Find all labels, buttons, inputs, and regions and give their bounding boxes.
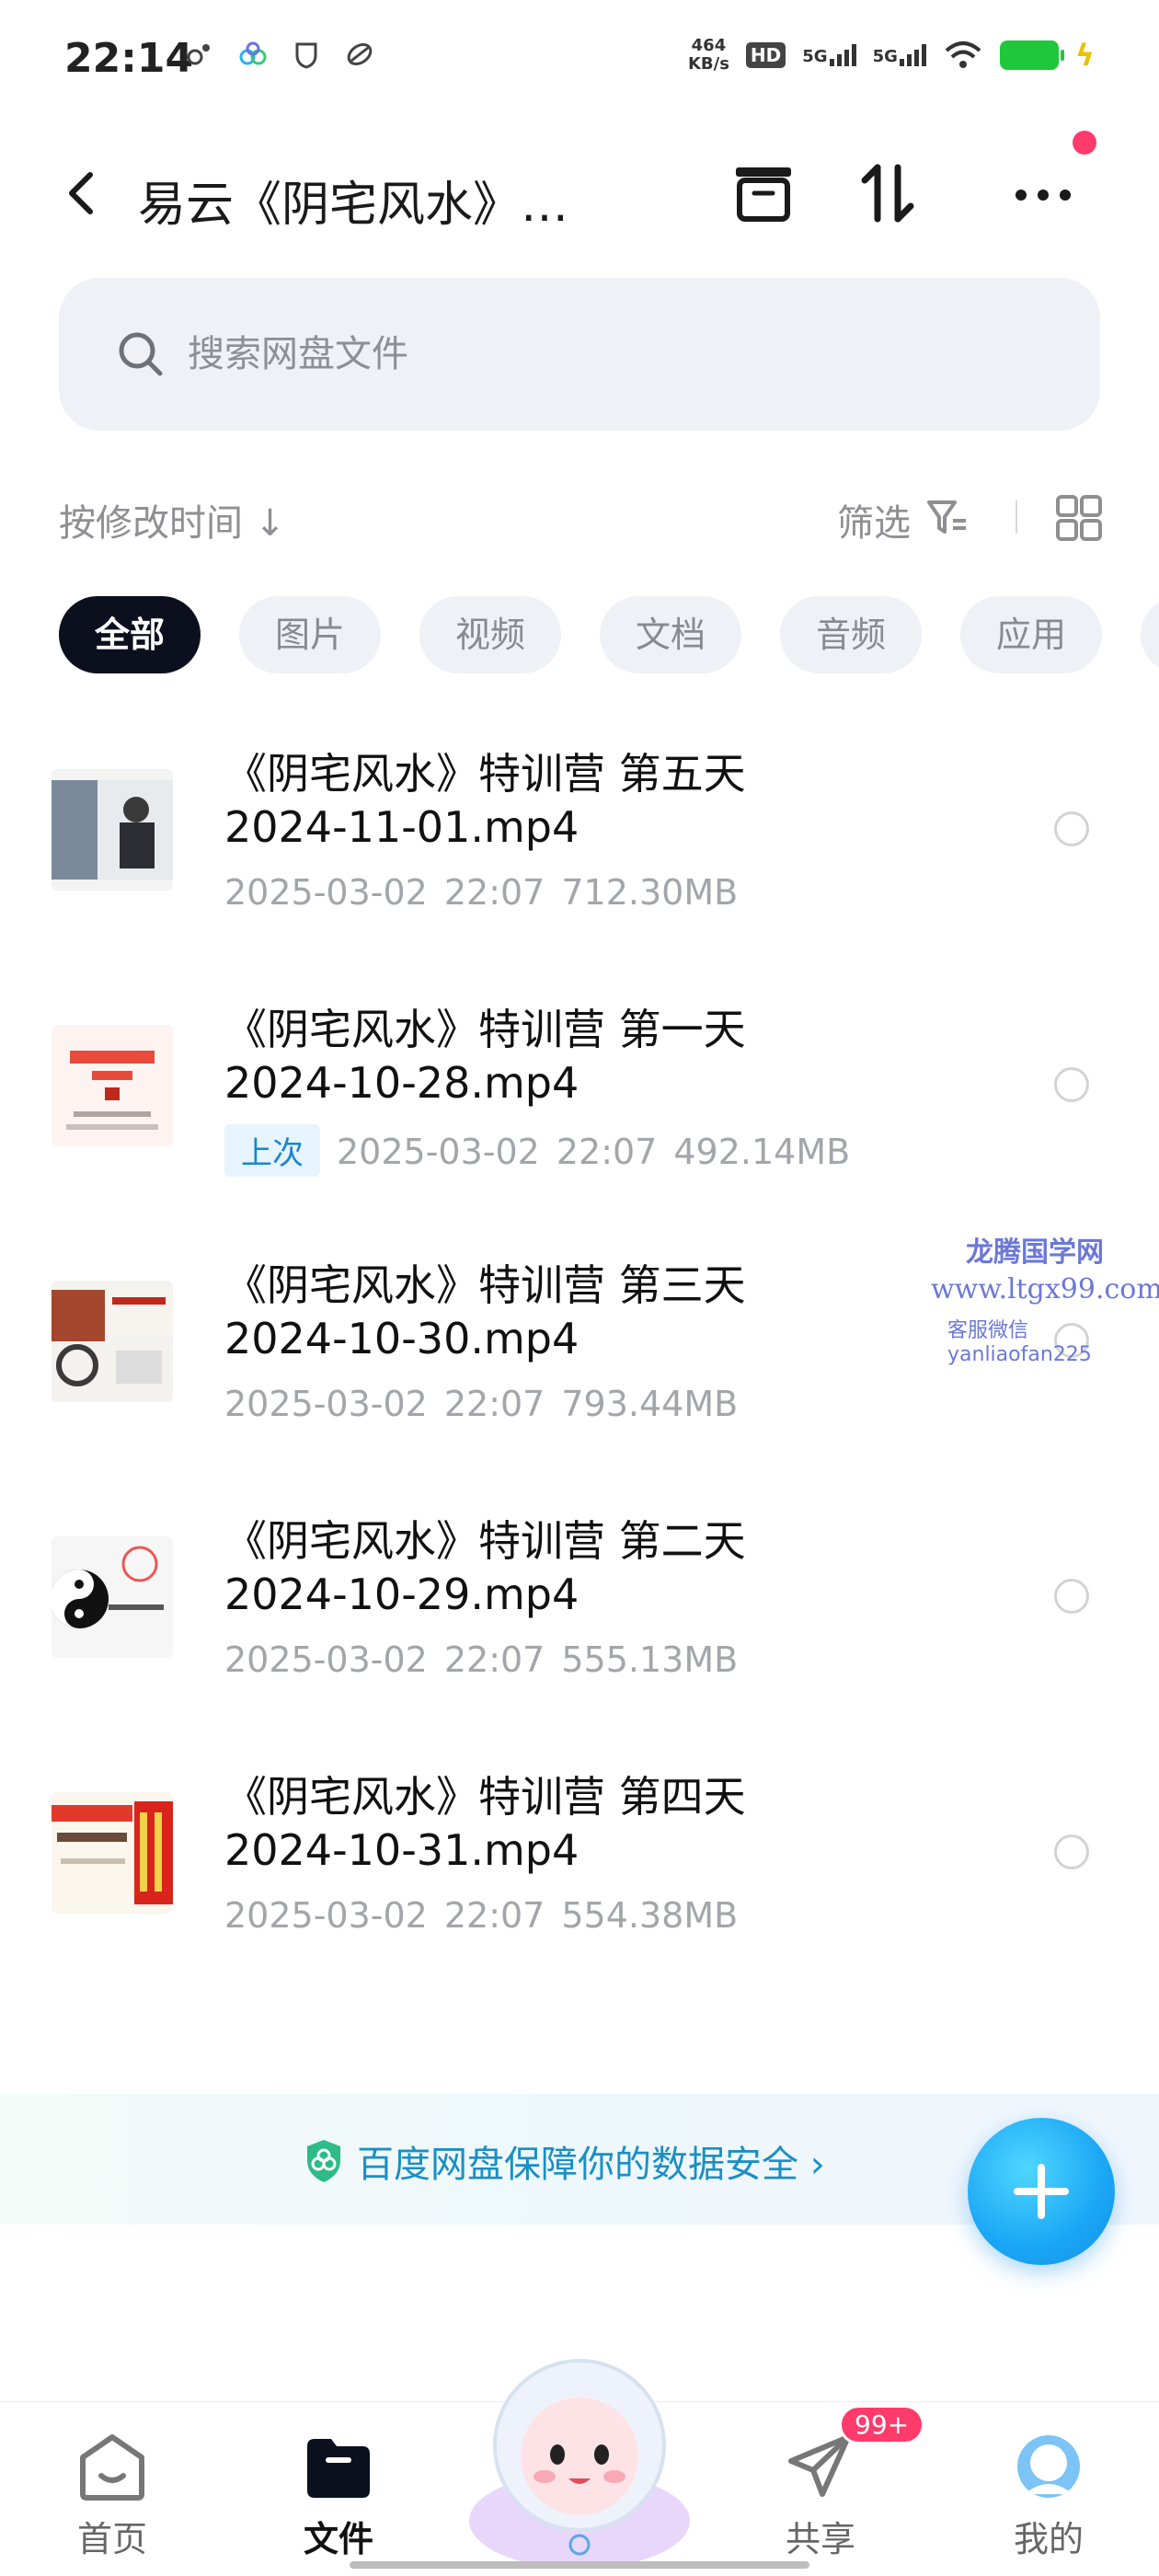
- back-button[interactable]: [55, 164, 110, 223]
- status-bar: 22:14 464 KB/s HD 5G 5G ϟ: [0, 0, 1159, 120]
- file-meta: 2025-03-02 22:07 555.13MB: [224, 1639, 739, 1680]
- file-meta: 2025-03-02 22:07 554.38MB: [224, 1895, 739, 1936]
- video-thumbnail: [52, 1025, 173, 1146]
- select-radio[interactable]: [1054, 811, 1089, 846]
- sort-by-modified-button[interactable]: 按修改时间 ↓: [59, 493, 285, 546]
- shield-notification-icon: [295, 42, 317, 69]
- select-radio[interactable]: [1054, 1834, 1089, 1869]
- sort-arrows-icon[interactable]: [854, 158, 924, 228]
- file-meta: 2025-03-02 22:07 712.30MB: [224, 872, 739, 913]
- wifi-icon: [945, 41, 981, 68]
- watermark-contact: 客服微信 yanliaofan225: [947, 1319, 1092, 1366]
- file-meta: 2025-03-02 22:07 793.44MB: [224, 1384, 739, 1424]
- video-thumbnail: [52, 769, 173, 891]
- archive-icon[interactable]: [729, 158, 798, 228]
- page-title: 易云《阴宅风水》…: [138, 178, 569, 233]
- tab-audio[interactable]: 音频: [780, 596, 922, 673]
- tab-more[interactable]: [1141, 596, 1159, 673]
- avatar-icon: [1017, 2435, 1080, 2498]
- header: 易云《阴宅风水》…: [0, 138, 1159, 248]
- file-name: 《阴宅风水》特训营 第一天 2024-10-28.mp4: [224, 1005, 746, 1108]
- nav-share[interactable]: 共享: [747, 2430, 894, 2568]
- file-meta: 上次 2025-03-02 22:07 492.14MB: [224, 1124, 866, 1177]
- tab-apps[interactable]: 应用: [960, 596, 1102, 673]
- watermark-url: www.ltgx99.com: [931, 1273, 1159, 1305]
- file-name: 《阴宅风水》特训营 第三天 2024-10-30.mp4: [224, 1260, 746, 1363]
- add-button[interactable]: [968, 2118, 1115, 2265]
- nav-profile[interactable]: 我的: [975, 2430, 1122, 2568]
- charging-icon: ϟ: [1074, 38, 1095, 73]
- status-system-icons: 464 KB/s HD 5G 5G ϟ: [688, 37, 1095, 74]
- shield-icon: [307, 2140, 340, 2182]
- filter-icon[interactable]: [925, 495, 970, 539]
- app-notification-icon: [187, 44, 210, 65]
- video-thumbnail: [52, 1281, 173, 1402]
- select-radio[interactable]: [1054, 1579, 1089, 1614]
- share-plane-icon: [788, 2434, 851, 2497]
- link-notification-icon: [347, 43, 373, 65]
- tab-videos[interactable]: 视频: [419, 596, 561, 673]
- last-viewed-badge: 上次: [224, 1124, 320, 1177]
- nav-home[interactable]: 首页: [39, 2430, 186, 2568]
- file-list-item[interactable]: 《阴宅风水》特训营 第五天 2024-11-01.mp4 2025-03-02 2…: [0, 718, 1159, 973]
- tab-images[interactable]: 图片: [239, 596, 381, 673]
- status-time: 22:14: [64, 35, 194, 82]
- home-indicator: [350, 2561, 809, 2569]
- battery-icon: [999, 40, 1064, 70]
- file-list-item[interactable]: 《阴宅风水》特训营 第四天 2024-10-31.mp4 2025-03-02 2…: [0, 1741, 1159, 1996]
- video-thumbnail: [52, 1792, 173, 1914]
- signal-icon-2: 5G: [873, 44, 926, 66]
- file-name: 《阴宅风水》特训营 第五天 2024-11-01.mp4: [224, 749, 746, 852]
- tab-all[interactable]: 全部: [59, 596, 201, 673]
- tab-documents[interactable]: 文档: [600, 596, 741, 673]
- network-speed: 464 KB/s: [687, 36, 729, 74]
- baidu-cloud-icon: [239, 41, 267, 65]
- file-name: 《阴宅风水》特训营 第二天 2024-10-29.mp4: [224, 1516, 746, 1619]
- select-radio[interactable]: [1054, 1067, 1089, 1102]
- search-bar[interactable]: [59, 278, 1100, 431]
- search-icon: [119, 332, 163, 376]
- folder-icon: [307, 2439, 370, 2498]
- watermark-title: 龙腾国学网: [966, 1236, 1104, 1269]
- grid-view-icon[interactable]: [1054, 493, 1104, 543]
- file-name: 《阴宅风水》特训营 第四天 2024-10-31.mp4: [224, 1772, 746, 1875]
- hd-voice-icon: HD: [745, 42, 786, 68]
- security-banner-content: 百度网盘保障你的数据安全 ›: [304, 2134, 825, 2188]
- divider: [1016, 500, 1017, 534]
- video-thumbnail: [52, 1536, 173, 1658]
- home-icon: [80, 2434, 144, 2501]
- security-banner-text: 百度网盘保障你的数据安全 ›: [357, 2144, 825, 2186]
- more-icon[interactable]: [1008, 158, 1078, 228]
- status-notification-icons: [184, 39, 375, 70]
- notification-dot: [1073, 131, 1096, 155]
- file-list-item[interactable]: 《阴宅风水》特训营 第二天 2024-10-29.mp4 2025-03-02 2…: [0, 1485, 1159, 1741]
- signal-icon: 5G: [802, 44, 856, 66]
- category-tabs: 全部 图片 视频 文档 音频 应用: [59, 596, 1159, 673]
- file-list-item[interactable]: 《阴宅风水》特训营 第一天 2024-10-28.mp4 上次 2025-03-0…: [0, 973, 1159, 1229]
- nav-files[interactable]: 文件: [265, 2430, 412, 2568]
- search-input[interactable]: [188, 315, 1016, 394]
- mascot-assistant-button[interactable]: [460, 2337, 699, 2567]
- filter-button[interactable]: 筛选: [837, 493, 911, 546]
- share-count-badge: 99+: [839, 2405, 925, 2444]
